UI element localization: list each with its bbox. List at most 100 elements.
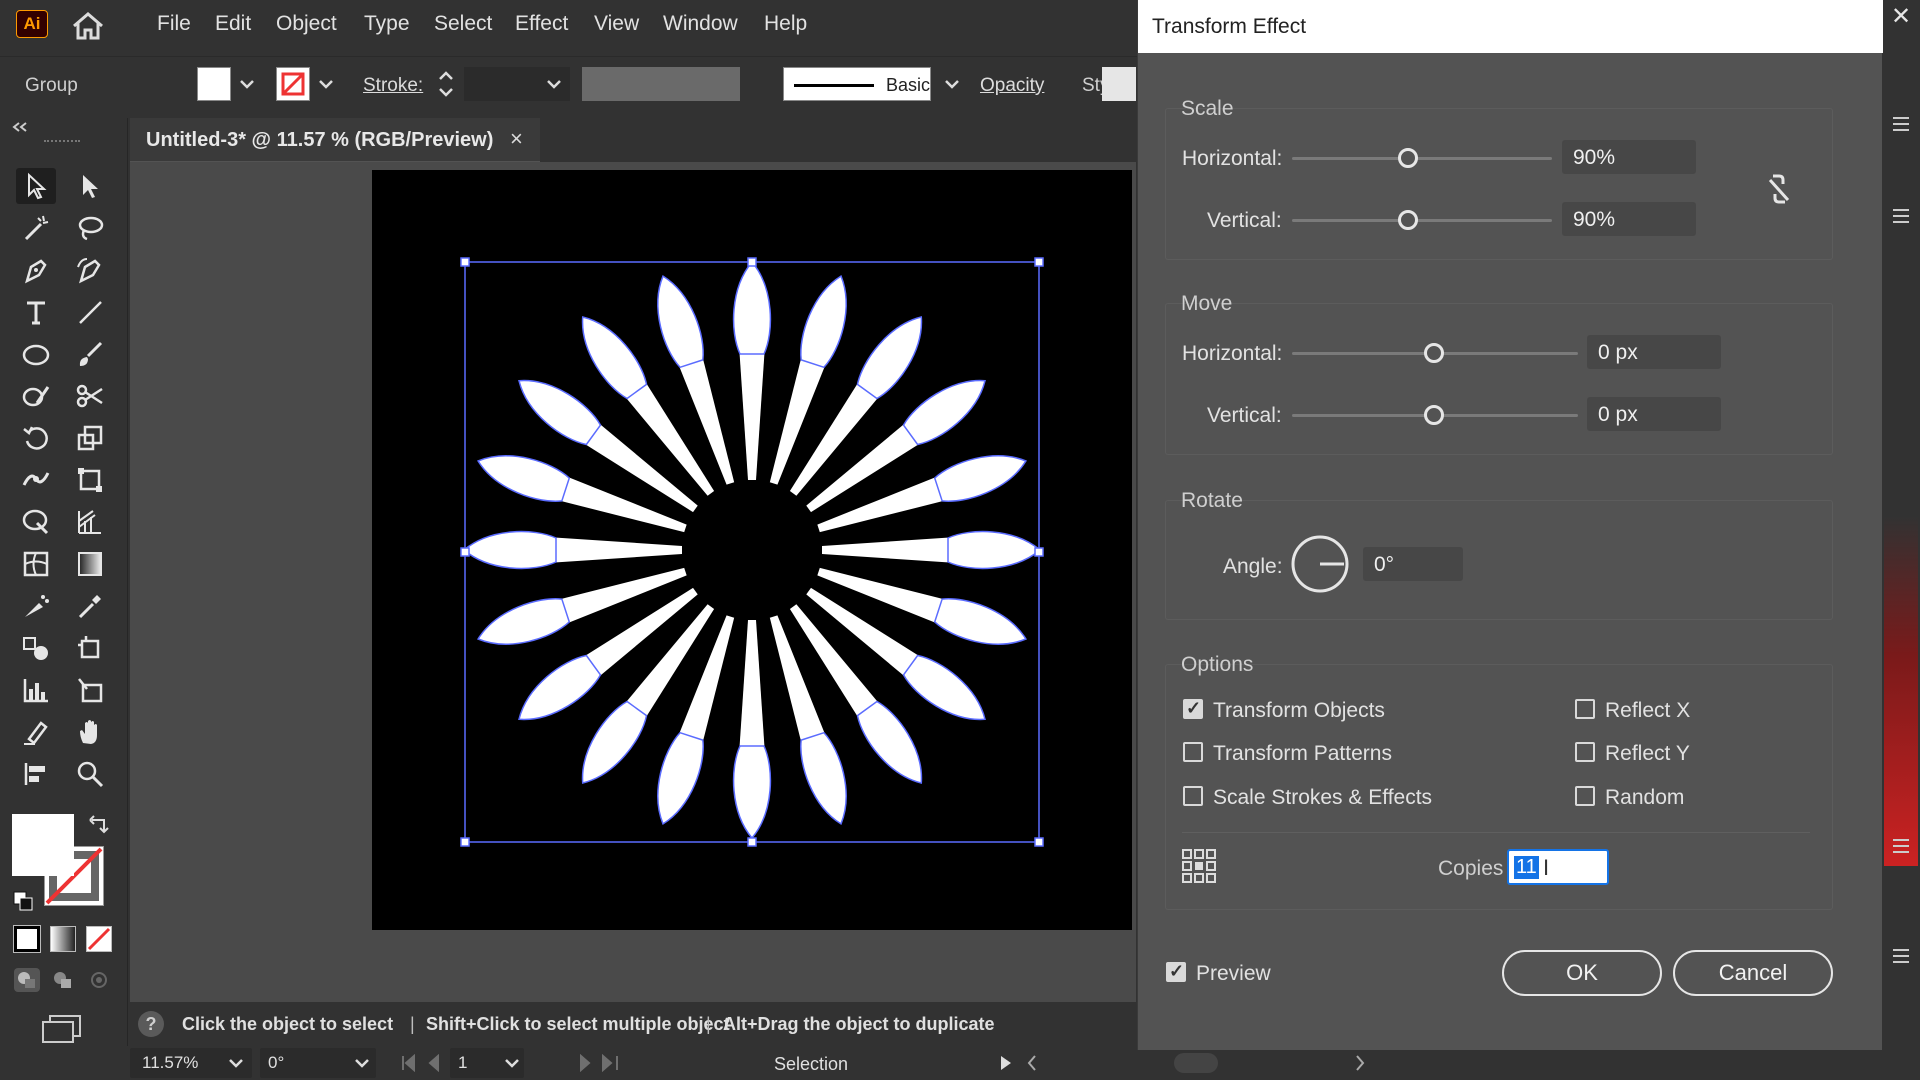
menu-type[interactable]: Type [364,12,410,36]
draw-behind-icon[interactable] [50,968,76,992]
random-checkbox[interactable] [1575,786,1595,806]
artboard-number-field[interactable]: 1 [450,1048,524,1078]
transform-patterns-checkbox[interactable] [1183,742,1203,762]
scale-tool-icon[interactable] [70,420,110,456]
scroll-right-icon[interactable] [1352,1053,1368,1073]
artboard-nav-next-last-icon[interactable] [575,1054,645,1072]
collapse-panel-icon[interactable] [10,120,30,132]
scale-strokes-checkbox[interactable] [1183,786,1203,806]
graphic-style-swatch[interactable] [1102,67,1136,101]
menu-edit[interactable]: Edit [215,12,251,36]
align-tool-icon[interactable] [16,756,56,792]
default-colors-icon[interactable] [12,890,34,912]
column-graph-tool-icon[interactable] [16,672,56,708]
scale-vertical-slider-track[interactable] [1292,219,1552,222]
stroke-label[interactable]: Stroke: [363,75,423,97]
zoom-chevron-icon[interactable] [226,1054,246,1072]
panel-menu-icon[interactable] [1890,946,1912,966]
menu-file[interactable]: File [157,12,191,36]
fill-swatch[interactable] [197,67,231,101]
stroke-weight-stepper[interactable] [436,67,456,101]
hand-tool-icon[interactable] [70,714,110,750]
stroke-dropdown-chevron-icon[interactable] [316,71,336,97]
transform-objects-label[interactable]: Transform Objects [1213,699,1385,723]
magic-wand-tool-icon[interactable] [16,210,56,246]
reference-point-locator-icon[interactable] [1181,848,1217,884]
mesh-tool-icon[interactable] [16,546,56,582]
stroke-swatch[interactable] [276,67,310,101]
eraser-tool-icon[interactable] [16,714,56,750]
eyedropper-tool-icon[interactable] [70,588,110,624]
direct-selection-tool-icon[interactable] [70,168,110,204]
cancel-button[interactable]: Cancel [1673,950,1833,996]
angle-dial[interactable] [1290,534,1350,594]
angle-input[interactable]: 0° [1363,547,1463,581]
panel-grip[interactable] [44,140,80,144]
brush-chevron-icon[interactable] [942,71,962,97]
close-document-icon[interactable]: × [510,126,523,152]
slice-tool-icon[interactable] [70,672,110,708]
opacity-label[interactable]: Opacity [980,75,1044,97]
menu-select[interactable]: Select [434,12,492,36]
rotation-chevron-icon[interactable] [352,1054,372,1072]
rotation-field[interactable]: 0° [260,1048,376,1078]
swap-colors-icon[interactable] [88,814,110,836]
home-icon[interactable] [70,10,106,42]
copies-input[interactable]: 11 I [1507,849,1609,885]
menu-window[interactable]: Window [663,12,738,36]
selection-tool-icon[interactable] [16,168,56,204]
ellipse-tool-icon[interactable] [16,336,56,372]
zoom-tool-icon[interactable] [70,756,110,792]
scale-strokes-label[interactable]: Scale Strokes & Effects [1213,786,1432,810]
preview-checkbox[interactable] [1166,961,1186,982]
document-tab[interactable]: Untitled-3* @ 11.57 % (RGB/Preview) × [130,118,540,162]
panel-menu-icon[interactable] [1890,206,1912,226]
scale-horizontal-slider-thumb[interactable] [1398,148,1418,168]
move-vertical-slider-thumb[interactable] [1424,405,1444,425]
change-screen-mode-icon[interactable] [40,1012,84,1046]
preview-label[interactable]: Preview [1196,962,1271,986]
fill-dropdown-chevron-icon[interactable] [237,71,257,97]
move-vertical-input[interactable]: 0 px [1587,397,1721,431]
stroke-weight-chevron-icon[interactable] [544,71,564,97]
transform-objects-checkbox[interactable] [1183,698,1203,719]
reflect-x-label[interactable]: Reflect X [1605,699,1690,723]
symbol-sprayer-tool-icon[interactable] [16,588,56,624]
ok-button[interactable]: OK [1502,950,1662,996]
zoom-field[interactable]: 11.57% [130,1048,252,1078]
rotate-tool-icon[interactable] [16,420,56,456]
artboard-tool-icon[interactable] [70,630,110,666]
gradient-mode-button[interactable] [50,926,76,952]
blend-tool-icon[interactable] [16,630,56,666]
pen-tool-icon[interactable] [16,252,56,288]
draw-normal-icon[interactable] [14,968,40,992]
transform-patterns-label[interactable]: Transform Patterns [1213,742,1392,766]
artboard-chevron-icon[interactable] [502,1054,522,1072]
scroll-left-icon[interactable] [1024,1053,1040,1073]
scissors-tool-icon[interactable] [70,378,110,414]
move-horizontal-slider-thumb[interactable] [1424,343,1444,363]
gradient-tool-icon[interactable] [70,546,110,582]
help-icon[interactable]: ? [138,1011,164,1037]
free-transform-tool-icon[interactable] [70,462,110,498]
status-menu-arrow-icon[interactable] [998,1054,1014,1072]
scale-horizontal-input[interactable]: 90% [1562,140,1696,174]
random-label[interactable]: Random [1605,786,1684,810]
move-horizontal-input[interactable]: 0 px [1587,335,1721,369]
color-mode-button[interactable] [13,925,41,953]
horizontal-scrollbar-thumb[interactable] [1174,1053,1218,1073]
color-spectrum-strip[interactable] [1884,516,1918,866]
reflect-y-checkbox[interactable] [1575,742,1595,762]
curvature-tool-icon[interactable] [70,252,110,288]
type-tool-icon[interactable] [16,294,56,330]
menu-effect[interactable]: Effect [515,12,568,36]
draw-inside-icon[interactable] [86,968,112,992]
scale-vertical-input[interactable]: 90% [1562,202,1696,236]
window-close-icon[interactable]: ✕ [1882,2,1920,32]
flower-artwork[interactable] [372,170,1132,930]
artboard[interactable] [372,170,1132,930]
reflect-y-label[interactable]: Reflect Y [1605,742,1690,766]
brush-definition[interactable]: Basic [783,67,931,101]
none-mode-button[interactable] [86,926,112,952]
menu-view[interactable]: View [594,12,639,36]
